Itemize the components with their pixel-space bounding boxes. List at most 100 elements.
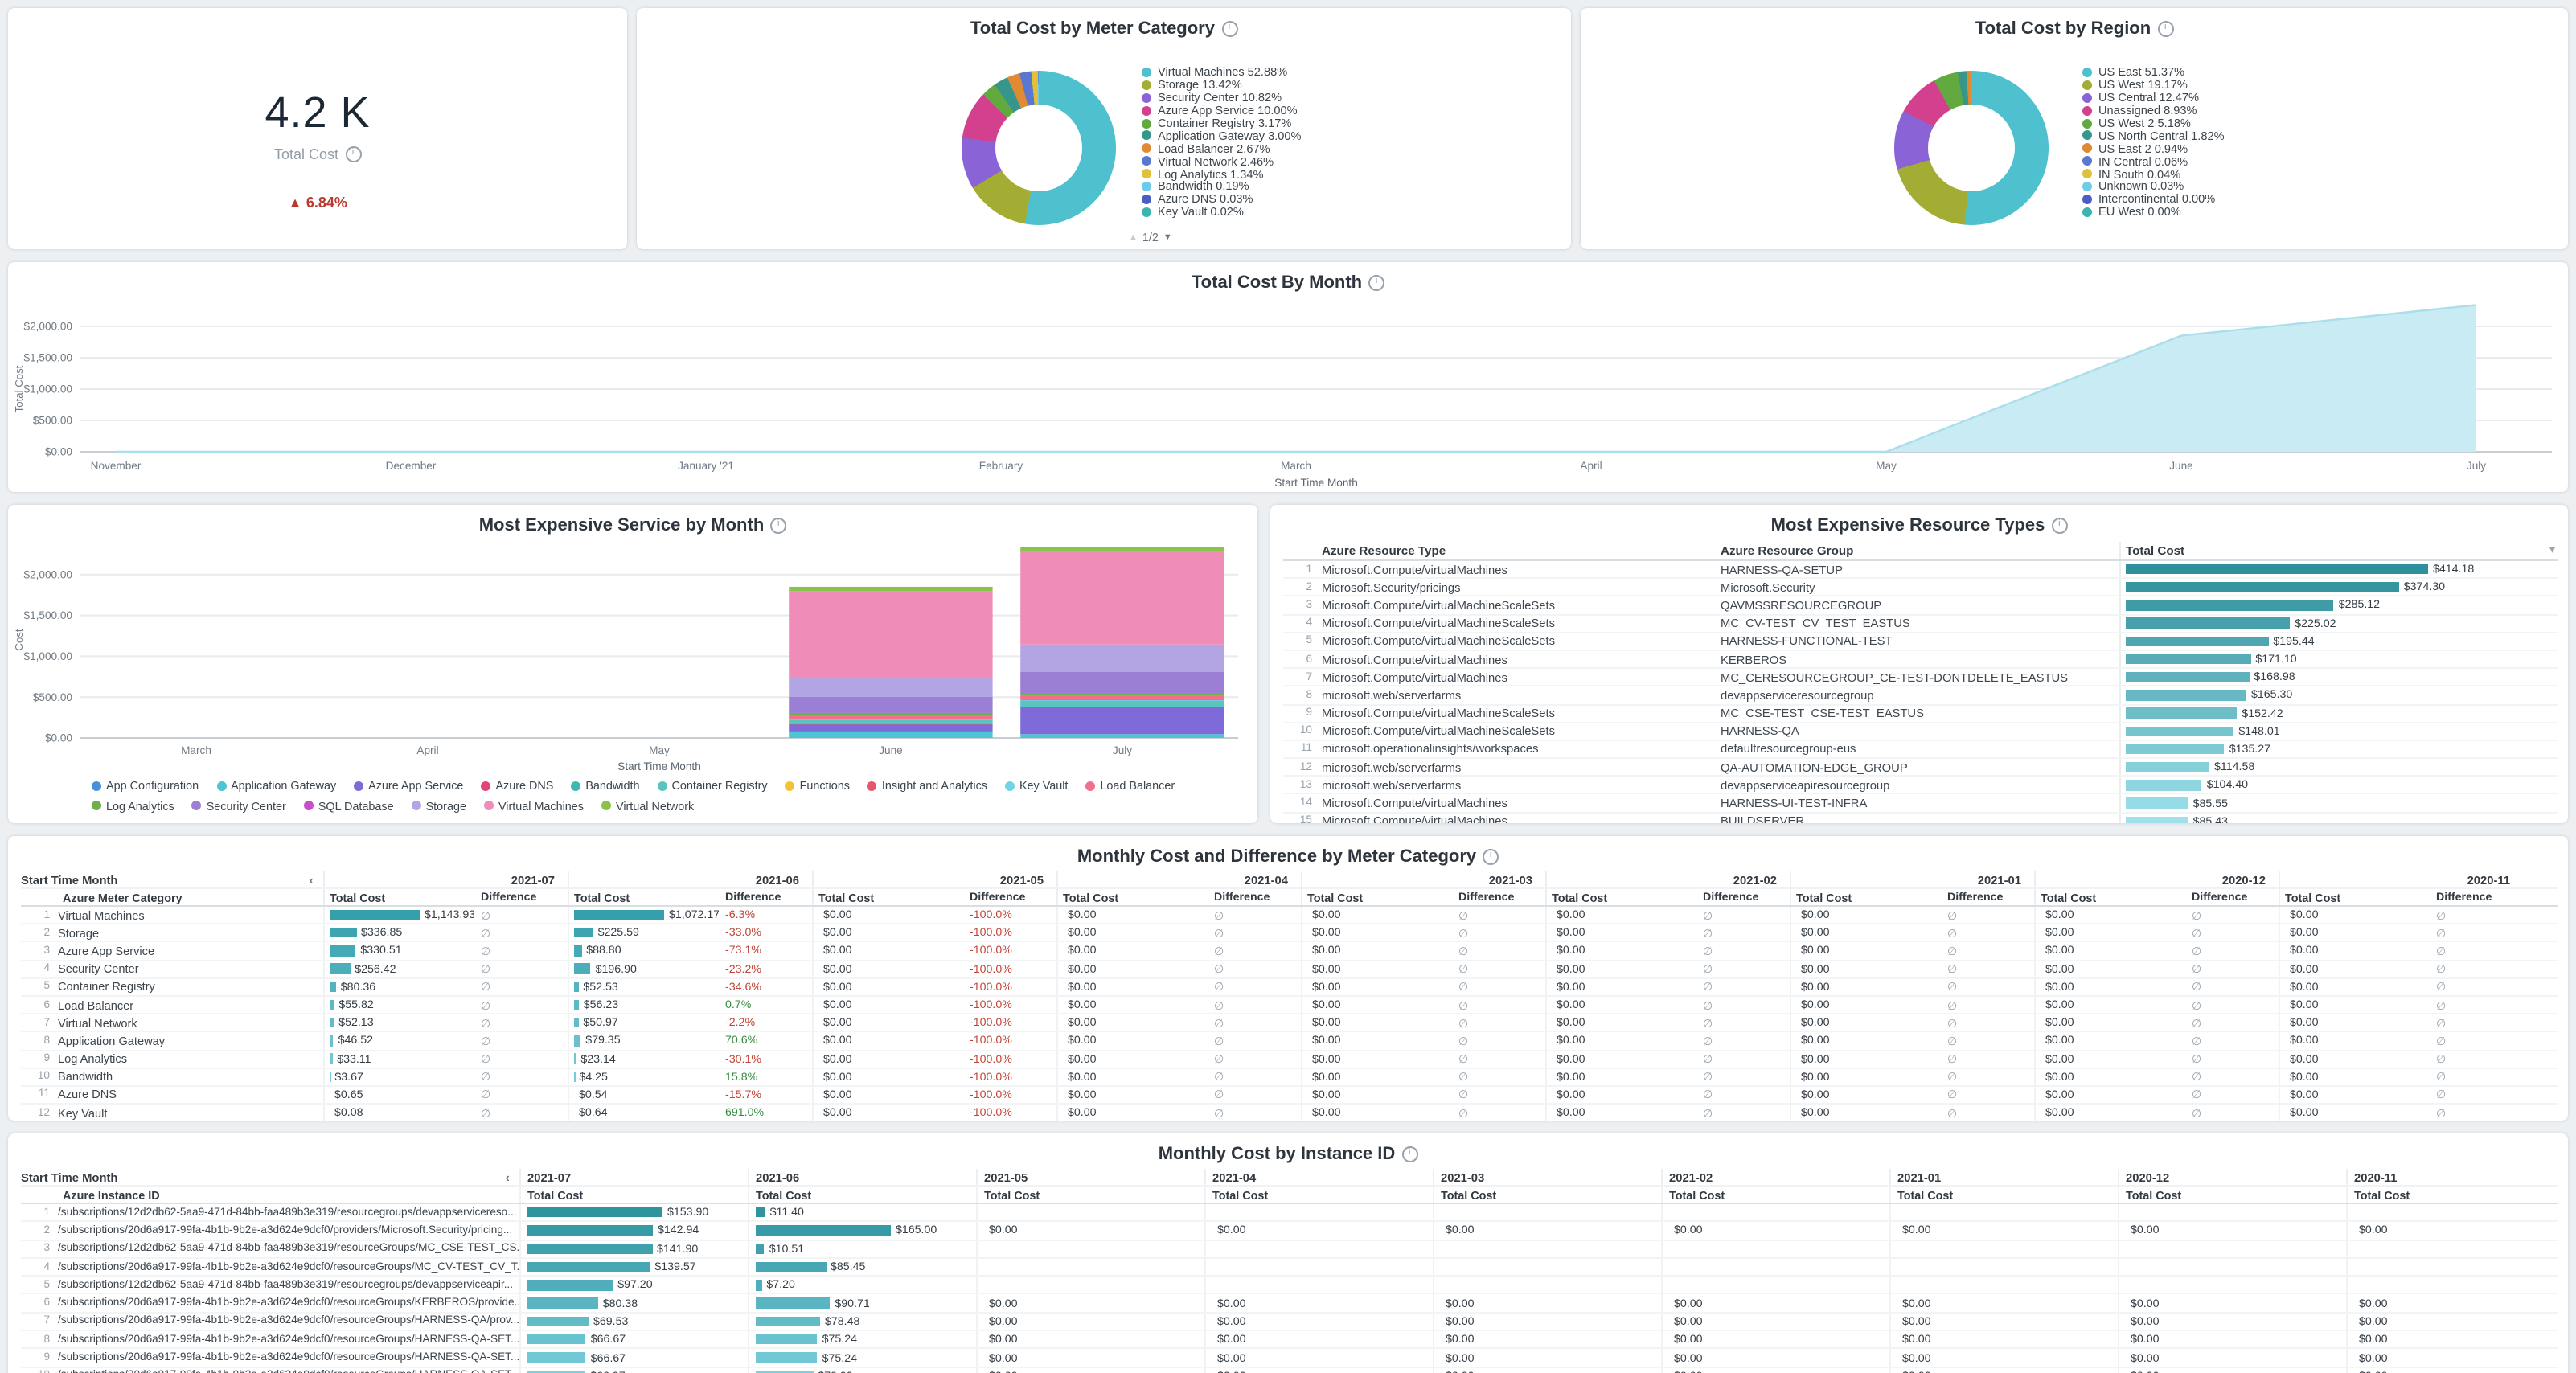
pager-up-icon[interactable]: ▲: [1129, 232, 1138, 242]
column-header-resource-group[interactable]: Azure Resource Group: [1721, 543, 2119, 558]
subheader-total-cost[interactable]: Total Cost: [1204, 1187, 1433, 1203]
table-row[interactable]: 10Microsoft.Compute/virtualMachineScaleS…: [1283, 723, 2558, 740]
table-row[interactable]: 7Virtual Network$52.13∅$50.97-2.2%$0.00-…: [21, 1014, 2558, 1032]
table-row[interactable]: 8/subscriptions/20d6a917-99fa-4b1b-9b2e-…: [21, 1331, 2558, 1350]
table-row[interactable]: 4Microsoft.Compute/virtualMachineScaleSe…: [1283, 615, 2558, 633]
month-header[interactable]: 2021-07: [323, 871, 568, 887]
subheader-total-cost[interactable]: Total Cost: [748, 1187, 976, 1203]
legend-item[interactable]: Insight and Analytics: [868, 778, 987, 793]
month-header[interactable]: 2021-05: [812, 871, 1056, 887]
table-row[interactable]: 8microsoft.web/serverfarmsdevappservicer…: [1283, 687, 2558, 705]
subheader-difference[interactable]: Difference: [474, 891, 568, 904]
subheader-total-cost[interactable]: Total Cost: [812, 889, 963, 905]
table-row[interactable]: 2Storage$336.85∅$225.59-33.0%$0.00-100.0…: [21, 924, 2558, 942]
table-row[interactable]: 6/subscriptions/20d6a917-99fa-4b1b-9b2e-…: [21, 1295, 2558, 1314]
legend-item[interactable]: Log Analytics 1.34%: [1142, 167, 1302, 180]
month-header[interactable]: 2020-12: [2034, 871, 2279, 887]
month-header[interactable]: 2021-03: [1433, 1169, 1661, 1185]
cost-by-month-area-chart[interactable]: $0.00$500.00$1,000.00$1,500.00$2,000.00N…: [8, 301, 2568, 492]
month-header[interactable]: 2021-06: [748, 1169, 976, 1185]
month-header[interactable]: 2021-02: [1661, 1169, 1889, 1185]
table-row[interactable]: 3Microsoft.Compute/virtualMachineScaleSe…: [1283, 597, 2558, 615]
legend-item[interactable]: Functions: [786, 778, 850, 793]
legend-item[interactable]: Key Vault: [1005, 778, 1068, 793]
subheader-total-cost[interactable]: Total Cost: [1545, 889, 1696, 905]
legend-pager[interactable]: ▲ 1/2 ▼: [1129, 230, 1172, 244]
legend-item[interactable]: Log Analytics: [92, 798, 174, 813]
subheader-total-cost[interactable]: Total Cost: [1661, 1187, 1889, 1203]
subheader-difference[interactable]: Difference: [719, 891, 812, 904]
legend-item[interactable]: Virtual Network 2.46%: [1142, 154, 1302, 167]
subheader-total-cost[interactable]: Total Cost: [568, 889, 719, 905]
subheader-total-cost[interactable]: Total Cost: [1056, 889, 1208, 905]
column-header-resource-type[interactable]: Azure Resource Type: [1322, 543, 1721, 558]
legend-item[interactable]: Bandwidth: [571, 778, 639, 793]
month-header[interactable]: 2021-06: [568, 871, 812, 887]
table-row[interactable]: 7/subscriptions/20d6a917-99fa-4b1b-9b2e-…: [21, 1314, 2558, 1332]
month-header[interactable]: 2021-01: [1790, 871, 2034, 887]
legend-item[interactable]: US East 51.37%: [2082, 66, 2225, 79]
legend-item[interactable]: Application Gateway: [216, 778, 336, 793]
table-row[interactable]: 3/subscriptions/12d2db62-5aa9-471d-84bb-…: [21, 1240, 2558, 1259]
subheader-total-cost[interactable]: Total Cost: [2118, 1187, 2346, 1203]
subheader-total-cost[interactable]: Total Cost: [2346, 1187, 2568, 1203]
legend-item[interactable]: Container Registry: [658, 778, 768, 793]
subheader-total-cost[interactable]: Total Cost: [1889, 1187, 2118, 1203]
table-row[interactable]: 15Microsoft.Compute/virtualMachinesBUILD…: [1283, 813, 2558, 823]
subheader-total-cost[interactable]: Total Cost: [1433, 1187, 1661, 1203]
legend-item[interactable]: Key Vault 0.02%: [1142, 206, 1302, 219]
table-row[interactable]: 5/subscriptions/12d2db62-5aa9-471d-84bb-…: [21, 1277, 2558, 1295]
table-row[interactable]: 11microsoft.operationalinsights/workspac…: [1283, 741, 2558, 759]
legend-item[interactable]: Container Registry 3.17%: [1142, 117, 1302, 129]
subheader-total-cost[interactable]: Total Cost: [2034, 889, 2185, 905]
table-row[interactable]: 12microsoft.web/serverfarmsQA-AUTOMATION…: [1283, 759, 2558, 777]
info-icon[interactable]: i: [2157, 21, 2173, 37]
subheader-total-cost[interactable]: Total Cost: [323, 889, 474, 905]
legend-item[interactable]: US North Central 1.82%: [2082, 129, 2225, 142]
table-row[interactable]: 1Virtual Machines$1,143.93∅$1,072.17-6.3…: [21, 907, 2558, 924]
legend-item[interactable]: Storage 13.42%: [1142, 79, 1302, 92]
subheader-difference[interactable]: Difference: [1696, 891, 1790, 904]
legend-item[interactable]: IN Central 0.06%: [2082, 154, 2225, 167]
legend-item[interactable]: Azure DNS: [481, 778, 553, 793]
subheader-difference[interactable]: Difference: [1941, 891, 2034, 904]
month-header[interactable]: 2021-04: [1056, 871, 1301, 887]
month-header[interactable]: 2020-11: [2346, 1169, 2568, 1185]
subheader-total-cost[interactable]: Total Cost: [1301, 889, 1452, 905]
table-row[interactable]: 10Bandwidth$3.67∅$4.2515.8%$0.00-100.0%$…: [21, 1068, 2558, 1086]
info-icon[interactable]: i: [345, 146, 361, 162]
month-header[interactable]: 2021-01: [1889, 1169, 2118, 1185]
legend-item[interactable]: Intercontinental 0.00%: [2082, 193, 2225, 206]
table-row[interactable]: 11Azure DNS$0.65∅$0.54-15.7%$0.00-100.0%…: [21, 1087, 2558, 1105]
table-row[interactable]: 9Microsoft.Compute/virtualMachineScaleSe…: [1283, 705, 2558, 723]
legend-item[interactable]: Virtual Network: [601, 798, 694, 813]
month-header[interactable]: 2020-12: [2118, 1169, 2346, 1185]
legend-item[interactable]: IN South 0.04%: [2082, 167, 2225, 180]
collapse-columns-icon[interactable]: ‹: [506, 1170, 510, 1184]
subheader-difference[interactable]: Difference: [2430, 891, 2523, 904]
subheader-total-cost[interactable]: Total Cost: [2279, 889, 2430, 905]
table-row[interactable]: 6Load Balancer$55.82∅$56.230.7%$0.00-100…: [21, 997, 2558, 1014]
month-header[interactable]: 2021-05: [976, 1169, 1204, 1185]
info-icon[interactable]: i: [1221, 21, 1237, 37]
table-row[interactable]: 1Microsoft.Compute/virtualMachinesHARNES…: [1283, 561, 2558, 579]
subheader-total-cost[interactable]: Total Cost: [976, 1187, 1204, 1203]
subheader-total-cost[interactable]: Total Cost: [519, 1187, 748, 1203]
info-icon[interactable]: i: [2051, 518, 2067, 534]
table-row[interactable]: 2Microsoft.Security/pricingsMicrosoft.Se…: [1283, 579, 2558, 596]
legend-item[interactable]: Security Center: [192, 798, 286, 813]
subheader-difference[interactable]: Difference: [1452, 891, 1545, 904]
info-icon[interactable]: i: [1401, 1146, 1417, 1162]
legend-item[interactable]: Load Balancer: [1085, 778, 1175, 793]
table-row[interactable]: 4/subscriptions/20d6a917-99fa-4b1b-9b2e-…: [21, 1259, 2558, 1277]
table-row[interactable]: 14Microsoft.Compute/virtualMachinesHARNE…: [1283, 795, 2558, 813]
table-row[interactable]: 1/subscriptions/12d2db62-5aa9-471d-84bb-…: [21, 1204, 2558, 1223]
table-row[interactable]: 13microsoft.web/serverfarmsdevappservice…: [1283, 777, 2558, 795]
region-donut[interactable]: [1894, 71, 2049, 225]
info-icon[interactable]: i: [770, 518, 786, 534]
legend-item[interactable]: App Configuration: [92, 778, 199, 793]
legend-item[interactable]: Azure App Service: [354, 778, 463, 793]
table-row[interactable]: 9/subscriptions/20d6a917-99fa-4b1b-9b2e-…: [21, 1350, 2558, 1368]
subheader-difference[interactable]: Difference: [1208, 891, 1301, 904]
legend-item[interactable]: Unknown 0.03%: [2082, 180, 2225, 193]
